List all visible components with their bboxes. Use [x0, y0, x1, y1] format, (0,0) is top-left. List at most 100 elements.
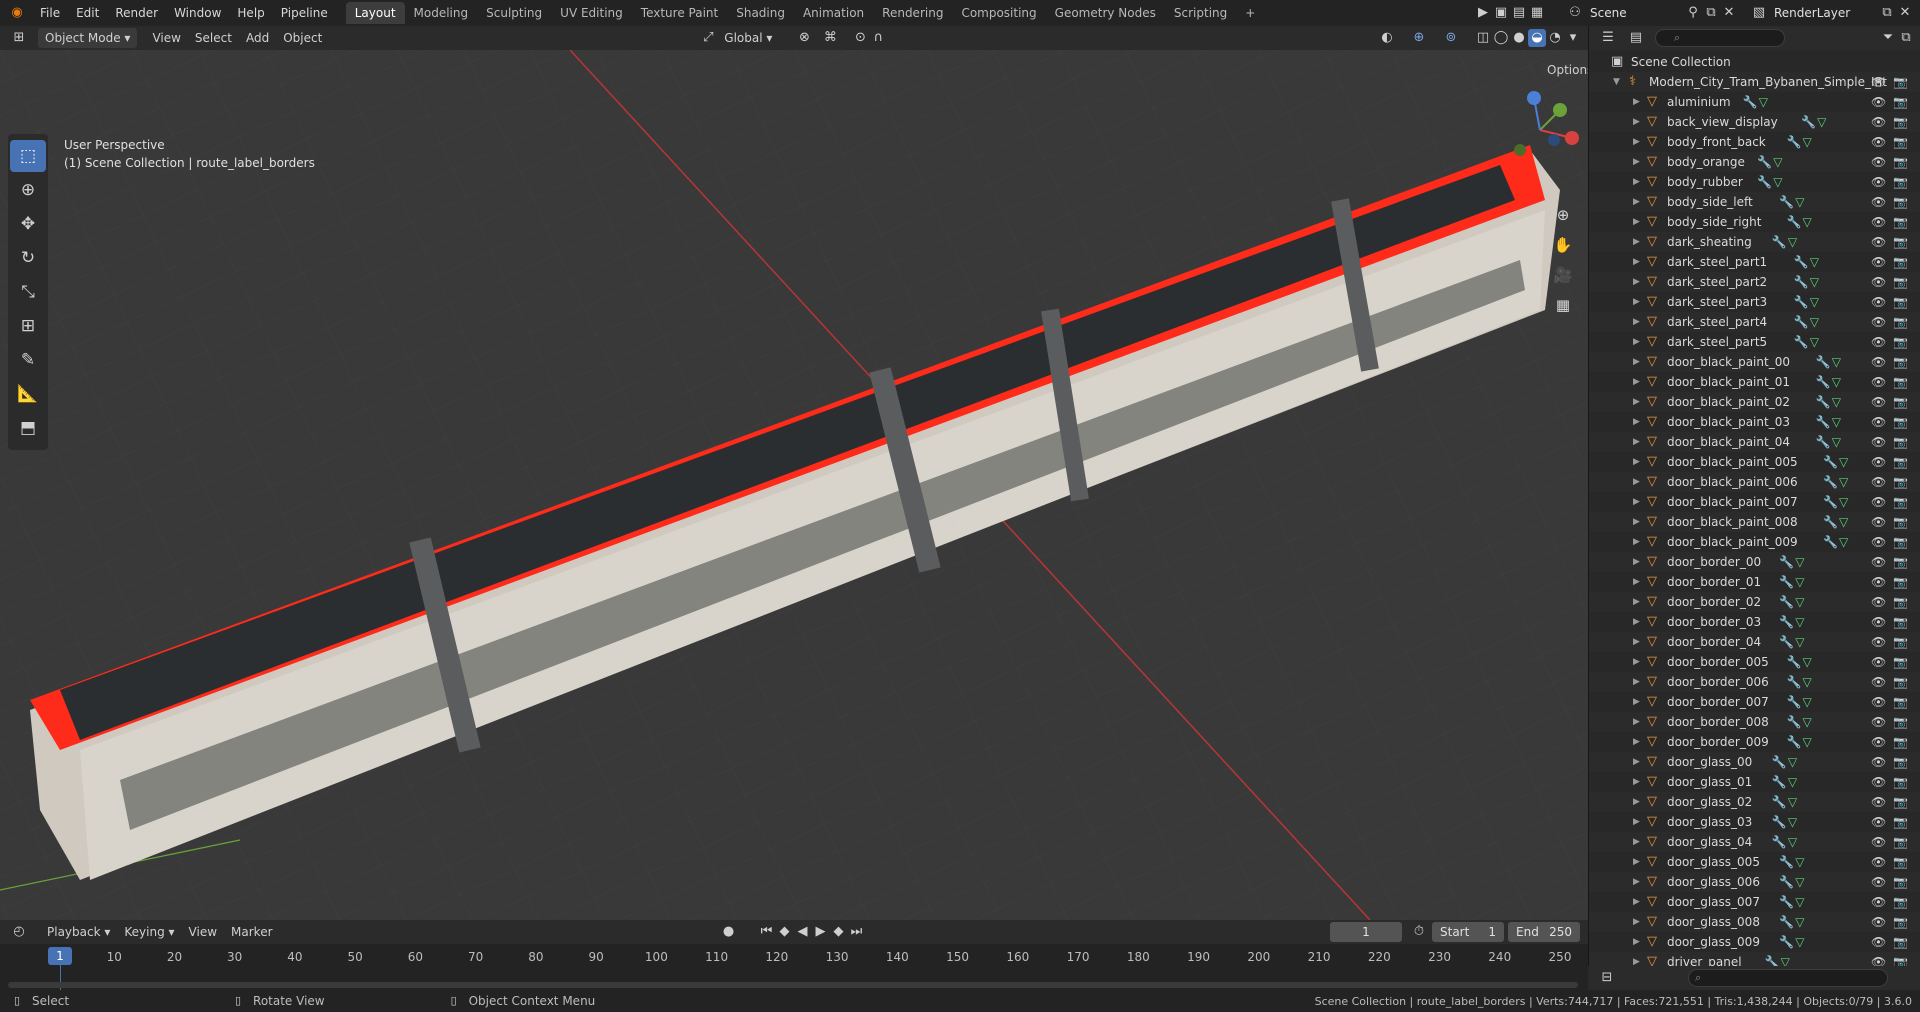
- outliner-item[interactable]: ▶ ▽ door_border_009 🔧 ▽ 👁 📷: [1589, 732, 1920, 752]
- expand-arrow-icon[interactable]: ▶: [1633, 632, 1640, 652]
- mesh-data-icon[interactable]: ▽: [1803, 672, 1812, 692]
- expand-arrow-icon[interactable]: ▶: [1633, 772, 1640, 792]
- expand-arrow-icon[interactable]: ▶: [1633, 512, 1640, 532]
- camera-render-icon[interactable]: 📷: [1893, 492, 1908, 512]
- outliner-item[interactable]: ▶ ▽ door_black_paint_009 🔧 ▽ 👁 📷: [1589, 532, 1920, 552]
- mesh-data-icon[interactable]: ▽: [1810, 272, 1819, 292]
- outliner-item[interactable]: ▶ ▽ door_glass_04 🔧 ▽ 👁 📷: [1589, 832, 1920, 852]
- mesh-data-icon[interactable]: ▽: [1839, 532, 1848, 552]
- outliner-item[interactable]: ▶ ▽ door_glass_009 🔧 ▽ 👁 📷: [1589, 932, 1920, 952]
- camera-render-icon[interactable]: 📷: [1893, 392, 1908, 412]
- camera-render-icon[interactable]: 📷: [1893, 632, 1908, 652]
- tab-sculpting[interactable]: Sculpting: [477, 2, 551, 24]
- pin-icon[interactable]: ⚲: [1684, 4, 1702, 22]
- render-animation-icon[interactable]: ▤: [1510, 4, 1528, 22]
- modifier-wrench-icon[interactable]: 🔧: [1779, 572, 1794, 592]
- gizmo-toggle-icon[interactable]: ⊕: [1410, 29, 1428, 47]
- expand-arrow-icon[interactable]: ▶: [1633, 872, 1640, 892]
- camera-render-icon[interactable]: 📷: [1893, 172, 1908, 192]
- modifier-wrench-icon[interactable]: 🔧: [1823, 512, 1838, 532]
- expand-arrow-icon[interactable]: ▶: [1633, 532, 1640, 552]
- mesh-data-icon[interactable]: ▽: [1810, 292, 1819, 312]
- camera-view-icon[interactable]: 🎥: [1548, 260, 1578, 290]
- outliner-item[interactable]: ▶ ▽ door_border_00 🔧 ▽ 👁 📷: [1589, 552, 1920, 572]
- shading-solid-icon[interactable]: ●: [1510, 29, 1528, 47]
- cursor-icon[interactable]: ⊕: [10, 174, 46, 206]
- expand-arrow-icon[interactable]: ▶: [1633, 132, 1640, 152]
- eye-icon[interactable]: 👁: [1871, 432, 1886, 452]
- eye-icon[interactable]: 👁: [1871, 572, 1886, 592]
- eye-icon[interactable]: 👁: [1871, 272, 1886, 292]
- eye-icon[interactable]: 👁: [1871, 752, 1886, 772]
- outliner-item[interactable]: ▶ ▽ door_black_paint_03 🔧 ▽ 👁 📷: [1589, 412, 1920, 432]
- expand-arrow-icon[interactable]: ▶: [1633, 312, 1640, 332]
- tab-animation[interactable]: Animation: [794, 2, 873, 24]
- eye-icon[interactable]: 👁: [1871, 812, 1886, 832]
- mesh-data-icon[interactable]: ▽: [1795, 612, 1804, 632]
- outliner-item[interactable]: ▶ ▽ body_orange 🔧 ▽ 👁 📷: [1589, 152, 1920, 172]
- modifier-wrench-icon[interactable]: 🔧: [1823, 532, 1838, 552]
- tab-uv-editing[interactable]: UV Editing: [551, 2, 632, 24]
- delete-scene-icon[interactable]: ✕: [1720, 4, 1738, 22]
- eye-icon[interactable]: 👁: [1871, 772, 1886, 792]
- modifier-wrench-icon[interactable]: 🔧: [1757, 172, 1772, 192]
- camera-render-icon[interactable]: 📷: [1893, 192, 1908, 212]
- expand-arrow-icon[interactable]: ▶: [1633, 692, 1640, 712]
- tab-shading[interactable]: Shading: [727, 2, 794, 24]
- camera-render-icon[interactable]: 📷: [1893, 672, 1908, 692]
- rotate-icon[interactable]: ↻: [10, 242, 46, 274]
- modifier-wrench-icon[interactable]: 🔧: [1779, 612, 1794, 632]
- camera-render-icon[interactable]: 📷: [1893, 212, 1908, 232]
- outliner-item[interactable]: ▶ ▽ dark_steel_part1 🔧 ▽ 👁 📷: [1589, 252, 1920, 272]
- expand-arrow-icon[interactable]: ▶: [1633, 332, 1640, 352]
- transform-orientation-dropdown[interactable]: Global ▾: [717, 28, 779, 48]
- expand-arrow-icon[interactable]: ▶: [1633, 792, 1640, 812]
- modifier-wrench-icon[interactable]: 🔧: [1794, 312, 1809, 332]
- expand-arrow-icon[interactable]: ▶: [1633, 592, 1640, 612]
- visibility-icon[interactable]: ◐: [1378, 29, 1396, 47]
- menu-select[interactable]: Select: [188, 28, 239, 48]
- camera-render-icon[interactable]: 📷: [1893, 872, 1908, 892]
- outliner-item[interactable]: ▶ ▽ door_border_04 🔧 ▽ 👁 📷: [1589, 632, 1920, 652]
- mesh-data-icon[interactable]: ▽: [1788, 792, 1797, 812]
- modifier-wrench-icon[interactable]: 🔧: [1765, 952, 1780, 966]
- timeline-ruler[interactable]: 1102030405060708090100110120130140150160…: [0, 920, 1588, 990]
- outliner-item[interactable]: ▶ ▽ door_border_02 🔧 ▽ 👁 📷: [1589, 592, 1920, 612]
- modifier-wrench-icon[interactable]: 🔧: [1779, 552, 1794, 572]
- eye-icon[interactable]: 👁: [1871, 72, 1886, 92]
- eye-icon[interactable]: 👁: [1871, 712, 1886, 732]
- scene-collection-row[interactable]: ▣ Scene Collection: [1589, 52, 1920, 72]
- transform-icon[interactable]: ⊞: [10, 310, 46, 342]
- tab-scripting[interactable]: Scripting: [1165, 2, 1236, 24]
- eye-icon[interactable]: 👁: [1871, 732, 1886, 752]
- outliner-item[interactable]: ▶ ▽ door_black_paint_006 🔧 ▽ 👁 📷: [1589, 472, 1920, 492]
- modifier-wrench-icon[interactable]: 🔧: [1772, 792, 1787, 812]
- properties-editor-icon[interactable]: ⊟: [1598, 969, 1616, 987]
- timeline-scrollbar[interactable]: [8, 982, 1578, 988]
- camera-render-icon[interactable]: 📷: [1893, 72, 1908, 92]
- expand-arrow-icon[interactable]: ▶: [1633, 912, 1640, 932]
- modifier-wrench-icon[interactable]: 🔧: [1787, 732, 1802, 752]
- view-layer-field[interactable]: RenderLayer: [1768, 6, 1878, 20]
- eye-icon[interactable]: 👁: [1871, 372, 1886, 392]
- mesh-data-icon[interactable]: ▽: [1795, 932, 1804, 952]
- camera-render-icon[interactable]: 📷: [1893, 752, 1908, 772]
- falloff-icon[interactable]: ∩: [869, 29, 887, 47]
- mesh-data-icon[interactable]: ▽: [1788, 772, 1797, 792]
- camera-render-icon[interactable]: 📷: [1893, 372, 1908, 392]
- menu-add[interactable]: Add: [239, 28, 276, 48]
- camera-render-icon[interactable]: 📷: [1893, 272, 1908, 292]
- expand-arrow-icon[interactable]: ▶: [1633, 712, 1640, 732]
- modifier-wrench-icon[interactable]: 🔧: [1772, 232, 1787, 252]
- render-image-icon[interactable]: ▣: [1492, 4, 1510, 22]
- camera-render-icon[interactable]: 📷: [1893, 652, 1908, 672]
- eye-icon[interactable]: 👁: [1871, 672, 1886, 692]
- camera-render-icon[interactable]: 📷: [1893, 892, 1908, 912]
- expand-arrow-icon[interactable]: ▶: [1633, 852, 1640, 872]
- outliner-item[interactable]: ▶ ▽ door_glass_006 🔧 ▽ 👁 📷: [1589, 872, 1920, 892]
- new-scene-icon[interactable]: ⧉: [1702, 4, 1720, 22]
- zoom-icon[interactable]: ⊕: [1548, 200, 1578, 230]
- menu-render[interactable]: Render: [107, 0, 166, 26]
- mesh-data-icon[interactable]: ▽: [1795, 872, 1804, 892]
- eye-icon[interactable]: 👁: [1871, 852, 1886, 872]
